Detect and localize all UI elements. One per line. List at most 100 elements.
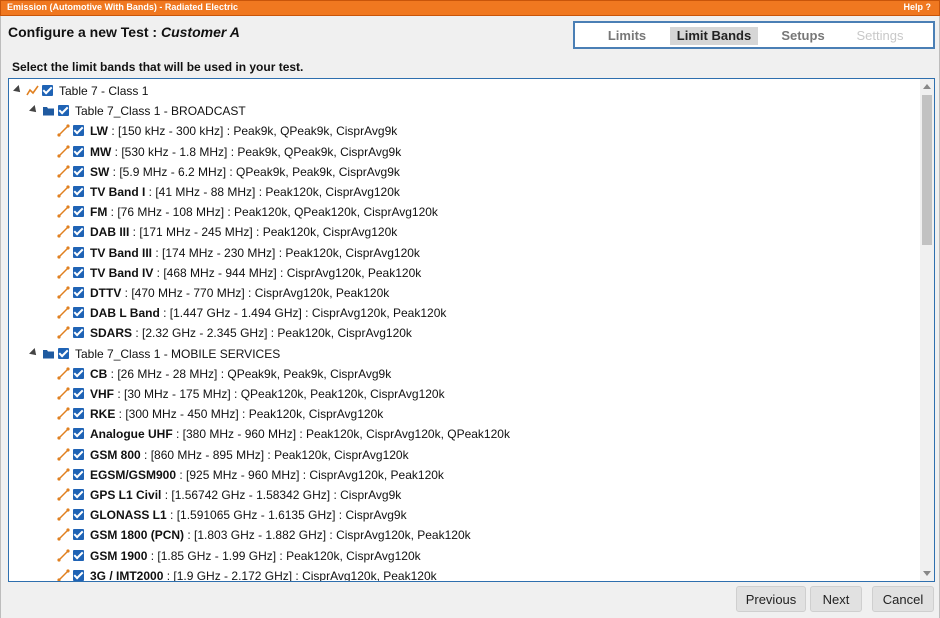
tree-node-label: MW : [530 kHz - 1.8 MHz] : Peak9k, QPeak…	[90, 142, 401, 162]
tree-node-label: Analogue UHF : [380 MHz - 960 MHz] : Pea…	[90, 424, 510, 444]
tree-band-item[interactable]: TV Band IV : [468 MHz - 944 MHz] : Cispr…	[9, 263, 904, 283]
tree-node-label: RKE : [300 MHz - 450 MHz] : Peak120k, Ci…	[90, 404, 383, 424]
tree-band-item[interactable]: TV Band III : [174 MHz - 230 MHz] : Peak…	[9, 243, 904, 263]
checkbox[interactable]	[73, 186, 84, 197]
checkbox[interactable]	[73, 388, 84, 399]
tree-band-item[interactable]: FM : [76 MHz - 108 MHz] : Peak120k, QPea…	[9, 202, 904, 222]
cancel-button[interactable]: Cancel	[872, 586, 934, 612]
band-name: GSM 1800 (PCN)	[90, 528, 185, 543]
band-detail: : [2.32 GHz - 2.345 GHz] : Peak120k, Cis…	[132, 326, 412, 341]
tree-node-label: GPS L1 Civil : [1.56742 GHz - 1.58342 GH…	[90, 485, 401, 505]
checkbox[interactable]	[73, 327, 84, 339]
tab-setups[interactable]: Setups	[772, 27, 834, 45]
band-range-icon	[57, 144, 70, 158]
tree-node-label: LW : [150 kHz - 300 kHz] : Peak9k, QPeak…	[90, 121, 397, 141]
tree-node-label: Table 7_Class 1 - BROADCAST	[75, 104, 246, 119]
checkbox[interactable]	[73, 408, 84, 420]
tree-node-label: EGSM/GSM900 : [925 MHz - 960 MHz] : Cisp…	[90, 465, 444, 485]
checkbox[interactable]	[73, 549, 84, 561]
tree-band-item[interactable]: GPS L1 Civil : [1.56742 GHz - 1.58342 GH…	[9, 485, 904, 505]
checkbox[interactable]	[73, 367, 84, 379]
band-detail: : [300 MHz - 450 MHz] : Peak120k, CisprA…	[115, 407, 384, 422]
limit-bands-tree[interactable]: Table 7 - Class 1 Table 7_Class 1 - BROAD…	[8, 78, 935, 582]
checkbox[interactable]	[73, 287, 84, 298]
tree-band-item[interactable]: VHF : [30 MHz - 175 MHz] : QPeak120k, Pe…	[9, 384, 904, 404]
band-detail: : [1.803 GHz - 1.882 GHz] : CisprAvg120k…	[184, 528, 471, 543]
tree-band-item[interactable]: GSM 800 : [860 MHz - 895 MHz] : Peak120k…	[9, 445, 904, 465]
band-range-icon	[57, 205, 70, 218]
tree-band-item[interactable]: 3G / IMT2000 : [1.9 GHz - 2.172 GHz] : C…	[9, 566, 904, 581]
expand-collapse-icon[interactable]	[29, 105, 39, 116]
band-detail: : [26 MHz - 28 MHz] : QPeak9k, Peak9k, C…	[107, 366, 392, 381]
tree-band-item[interactable]: DTTV : [470 MHz - 770 MHz] : CisprAvg120…	[9, 283, 904, 303]
band-range-icon	[57, 367, 70, 380]
band-range-icon	[57, 468, 70, 481]
band-name: TV Band IV	[90, 265, 154, 280]
tree-band-item[interactable]: MW : [530 kHz - 1.8 MHz] : Peak9k, QPeak…	[9, 142, 904, 162]
checkbox[interactable]	[73, 125, 84, 137]
checkbox[interactable]	[73, 569, 84, 581]
next-button[interactable]: Next	[810, 586, 862, 612]
previous-button[interactable]: Previous	[736, 586, 806, 612]
page-title: Configure a new Test : Customer A	[8, 24, 240, 40]
checkbox[interactable]	[73, 266, 84, 278]
tree-band-item[interactable]: DAB III : [171 MHz - 245 MHz] : Peak120k…	[9, 222, 904, 242]
checkbox[interactable]	[58, 105, 69, 117]
checkbox[interactable]	[73, 246, 84, 258]
band-name: Analogue UHF	[90, 427, 173, 442]
tree-band-item[interactable]: TV Band I : [41 MHz - 88 MHz] : Peak120k…	[9, 182, 904, 202]
checkbox[interactable]	[73, 489, 84, 500]
checkbox[interactable]	[73, 448, 84, 460]
band-name: GPS L1 Civil	[90, 488, 162, 502]
band-range-icon	[57, 225, 70, 238]
tree-band-item[interactable]: Analogue UHF : [380 MHz - 960 MHz] : Pea…	[9, 424, 904, 444]
tree-band-item[interactable]: GSM 1800 (PCN) : [1.803 GHz - 1.882 GHz]…	[9, 525, 904, 545]
tree-band-item[interactable]: RKE : [300 MHz - 450 MHz] : Peak120k, Ci…	[9, 404, 904, 424]
checkbox[interactable]	[73, 165, 84, 177]
scroll-up-arrow-icon[interactable]	[923, 84, 931, 89]
checkbox[interactable]	[73, 307, 84, 319]
checkbox[interactable]	[42, 85, 53, 96]
scroll-down-arrow-icon[interactable]	[923, 571, 931, 576]
checkbox[interactable]	[73, 206, 84, 218]
tree-node-label: SDARS : [2.32 GHz - 2.345 GHz] : Peak120…	[90, 323, 412, 343]
checkbox[interactable]	[73, 428, 84, 440]
tab-limit-bands[interactable]: Limit Bands	[670, 27, 758, 45]
band-range-icon	[57, 427, 70, 440]
band-name: TV Band III	[90, 245, 153, 260]
tree-band-item[interactable]: EGSM/GSM900 : [925 MHz - 960 MHz] : Cisp…	[9, 465, 904, 485]
tree-group-node[interactable]: Table 7_Class 1 - MOBILE SERVICES	[9, 344, 904, 364]
tree-group-node[interactable]: Table 7_Class 1 - BROADCAST	[9, 101, 904, 121]
scroll-thumb[interactable]	[922, 95, 932, 245]
checkbox[interactable]	[73, 145, 84, 157]
tree-band-item[interactable]: DAB L Band : [1.447 GHz - 1.494 GHz] : C…	[9, 303, 904, 323]
band-range-icon	[57, 508, 70, 521]
checkbox[interactable]	[73, 529, 84, 541]
tree-band-item[interactable]: SW : [5.9 MHz - 6.2 MHz] : QPeak9k, Peak…	[9, 162, 904, 182]
help-link[interactable]: Help ?	[903, 2, 931, 12]
band-name: EGSM/GSM900	[90, 467, 177, 482]
expand-collapse-icon[interactable]	[13, 85, 23, 95]
tab-limits[interactable]: Limits	[595, 27, 659, 45]
tree-root-node[interactable]: Table 7 - Class 1	[9, 81, 904, 101]
band-name: LW	[90, 124, 108, 139]
band-detail: : [5.9 MHz - 6.2 MHz] : QPeak9k, Peak9k,…	[109, 164, 400, 179]
checkbox[interactable]	[73, 509, 84, 521]
tree-band-item[interactable]: GSM 1900 : [1.85 GHz - 1.99 GHz] : Peak1…	[9, 546, 904, 566]
band-range-icon	[57, 326, 70, 339]
instruction-text: Select the limit bands that will be used…	[12, 60, 304, 74]
tree-scrollbar[interactable]	[920, 79, 934, 581]
checkbox[interactable]	[58, 347, 69, 359]
tree-band-item[interactable]: LW : [150 kHz - 300 kHz] : Peak9k, QPeak…	[9, 121, 904, 141]
tree-node-label: TV Band IV : [468 MHz - 944 MHz] : Cispr…	[90, 263, 421, 283]
tree-band-item[interactable]: GLONASS L1 : [1.591065 GHz - 1.6135 GHz]…	[9, 505, 904, 525]
band-range-icon	[57, 286, 70, 299]
band-range-icon	[57, 185, 70, 198]
window-titlebar: Emission (Automotive With Bands) - Radia…	[0, 0, 940, 16]
band-name: DAB III	[90, 225, 130, 240]
expand-collapse-icon[interactable]	[29, 347, 39, 358]
tree-band-item[interactable]: SDARS : [2.32 GHz - 2.345 GHz] : Peak120…	[9, 323, 904, 343]
checkbox[interactable]	[73, 226, 84, 238]
tree-band-item[interactable]: CB : [26 MHz - 28 MHz] : QPeak9k, Peak9k…	[9, 364, 904, 384]
checkbox[interactable]	[73, 468, 84, 480]
